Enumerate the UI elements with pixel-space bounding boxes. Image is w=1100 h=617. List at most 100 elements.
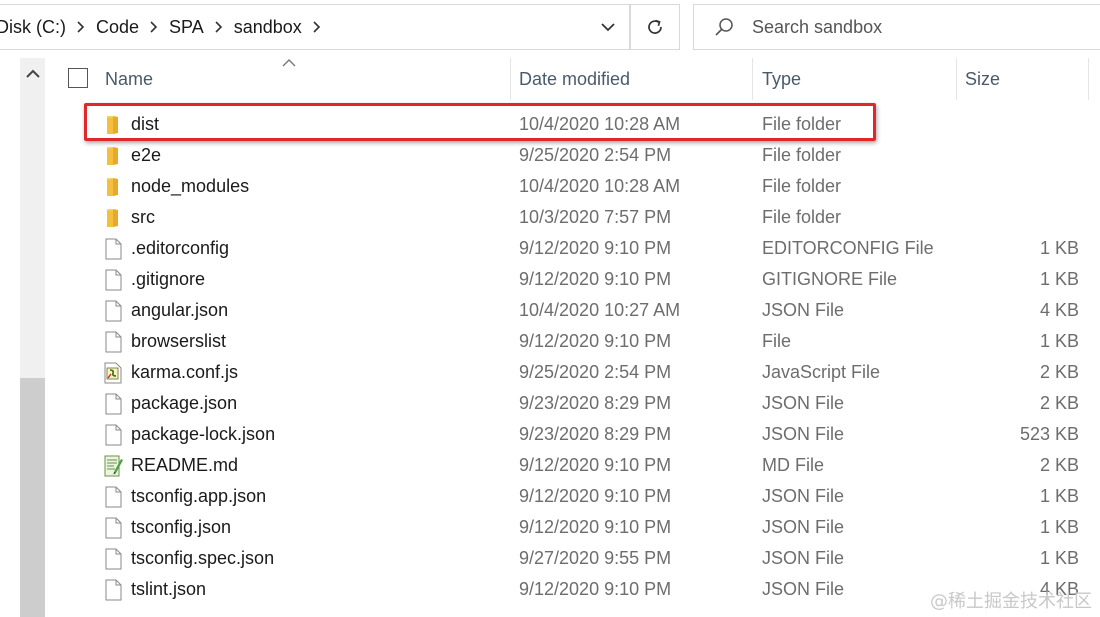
file-type: JSON File (762, 579, 845, 599)
folder-icon (102, 144, 124, 168)
file-name: tsconfig.json (131, 517, 232, 537)
file-date-modified: 9/23/2020 8:29 PM (519, 393, 672, 413)
file-date-modified: 9/12/2020 9:10 PM (519, 455, 672, 475)
js-file-icon (102, 361, 124, 385)
column-divider[interactable] (1088, 58, 1089, 100)
file-date-modified: 10/4/2020 10:27 AM (519, 300, 681, 320)
file-size: 2 KB (1039, 393, 1079, 413)
file-date-modified: 10/4/2020 10:28 AM (519, 176, 681, 196)
select-all-checkbox[interactable] (68, 68, 88, 88)
file-name: README.md (131, 455, 239, 475)
file-type: File (762, 331, 792, 351)
file-row[interactable]: tsconfig.json 9/12/2020 9:10 PM JSON File 1… (0, 512, 1100, 543)
breadcrumb-item-disk[interactable]: Disk (C:) (0, 17, 72, 38)
file-name: package.json (131, 393, 238, 413)
folder-icon (102, 175, 124, 199)
folder-icon (102, 206, 124, 230)
file-row[interactable]: browserslist 9/12/2020 9:10 PM File 1 KB (0, 326, 1100, 357)
file-name: karma.conf.js (131, 362, 239, 382)
scroll-up-button[interactable] (20, 58, 45, 88)
search-box[interactable] (693, 4, 1100, 50)
file-size: 1 KB (1039, 238, 1079, 258)
chevron-right-icon[interactable] (72, 4, 90, 50)
file-size: 1 KB (1039, 517, 1079, 537)
file-name: angular.json (131, 300, 229, 320)
chevron-down-icon (600, 23, 615, 32)
file-row[interactable]: .gitignore 9/12/2020 9:10 PM GITIGNORE Fil… (0, 264, 1100, 295)
file-icon (102, 578, 124, 602)
file-size: 4 KB (1039, 300, 1079, 320)
file-row[interactable]: e2e 9/25/2020 2:54 PM File folder (0, 140, 1100, 171)
file-type: JSON File (762, 548, 845, 568)
file-type: File folder (762, 176, 842, 196)
file-row[interactable]: tsconfig.app.json 9/12/2020 9:10 PM JSON F… (0, 481, 1100, 512)
file-size: 1 KB (1039, 331, 1079, 351)
file-row[interactable]: karma.conf.js 9/25/2020 2:54 PM JavaScript… (0, 357, 1100, 388)
file-row[interactable]: package.json 9/23/2020 8:29 PM JSON File 2 … (0, 388, 1100, 419)
watermark: @稀土掘金技术社区 (930, 591, 1092, 612)
file-date-modified: 9/25/2020 2:54 PM (519, 145, 672, 165)
file-name: tsconfig.spec.json (131, 548, 275, 568)
address-history-dropdown[interactable] (586, 4, 630, 50)
file-icon (102, 516, 124, 540)
file-row[interactable]: package-lock.json 9/23/2020 8:29 PM JSON F… (0, 419, 1100, 450)
file-size: 2 KB (1039, 362, 1079, 382)
file-row[interactable]: src 10/3/2020 7:57 PM File folder (0, 202, 1100, 233)
file-type: File folder (762, 207, 842, 227)
file-date-modified: 9/27/2020 9:55 PM (519, 548, 672, 568)
breadcrumb-item-spa[interactable]: SPA (163, 17, 210, 38)
file-type: MD File (762, 455, 824, 475)
file-name: .gitignore (131, 269, 206, 289)
file-type: GITIGNORE File (762, 269, 898, 289)
file-type: JSON File (762, 300, 845, 320)
file-icon (102, 485, 124, 509)
search-input[interactable] (752, 16, 1052, 38)
file-name: src (131, 207, 155, 227)
file-row[interactable]: README.md 9/12/2020 9:10 PM MD File 2 KB (0, 450, 1100, 481)
search-icon (715, 18, 733, 36)
breadcrumb: Disk (C:) Code SPA sandbox (0, 4, 326, 50)
column-header-name[interactable]: Name (96, 58, 510, 100)
column-header-size[interactable]: Size (956, 58, 1088, 100)
file-icon (102, 237, 124, 261)
file-type: JSON File (762, 424, 845, 444)
file-size: 1 KB (1039, 548, 1079, 568)
file-name: tsconfig.app.json (131, 486, 267, 506)
chevron-right-icon[interactable] (210, 4, 228, 50)
file-name: tslint.json (131, 579, 207, 599)
chevron-up-icon (25, 69, 40, 78)
file-type: JSON File (762, 393, 845, 413)
breadcrumb-item-sandbox[interactable]: sandbox (228, 17, 308, 38)
chevron-right-icon[interactable] (145, 4, 163, 50)
file-date-modified: 9/12/2020 9:10 PM (519, 579, 672, 599)
file-name: node_modules (131, 176, 250, 196)
highlight-box (84, 103, 876, 141)
file-name: .editorconfig (131, 238, 230, 258)
file-name: e2e (131, 145, 162, 165)
column-header-date-modified[interactable]: Date modified (510, 58, 752, 100)
file-row[interactable]: .editorconfig 9/12/2020 9:10 PM EDITORCONF… (0, 233, 1100, 264)
file-icon (102, 268, 124, 292)
file-icon (102, 299, 124, 323)
file-type: JavaScript File (762, 362, 881, 382)
file-type: JSON File (762, 486, 845, 506)
file-type: EDITORCONFIG File (762, 238, 934, 258)
file-size: 1 KB (1039, 269, 1079, 289)
chevron-right-icon[interactable] (308, 4, 326, 50)
file-type: JSON File (762, 517, 845, 537)
column-header-type[interactable]: Type (753, 58, 956, 100)
file-type: File folder (762, 145, 842, 165)
file-icon (102, 547, 124, 571)
file-row[interactable]: tsconfig.spec.json 9/27/2020 9:55 PM JSON … (0, 543, 1100, 574)
breadcrumb-item-code[interactable]: Code (90, 17, 145, 38)
file-date-modified: 9/12/2020 9:10 PM (519, 486, 672, 506)
file-date-modified: 10/3/2020 7:57 PM (519, 207, 672, 227)
column-header-row: Name Date modified Type Size (48, 58, 1100, 100)
file-size: 2 KB (1039, 455, 1079, 475)
file-name: browserslist (131, 331, 227, 351)
file-icon (102, 330, 124, 354)
file-date-modified: 9/12/2020 9:10 PM (519, 517, 672, 537)
refresh-button[interactable] (630, 4, 680, 50)
file-row[interactable]: angular.json 10/4/2020 10:27 AM JSON File 4… (0, 295, 1100, 326)
file-row[interactable]: node_modules 10/4/2020 10:28 AM File folde… (0, 171, 1100, 202)
